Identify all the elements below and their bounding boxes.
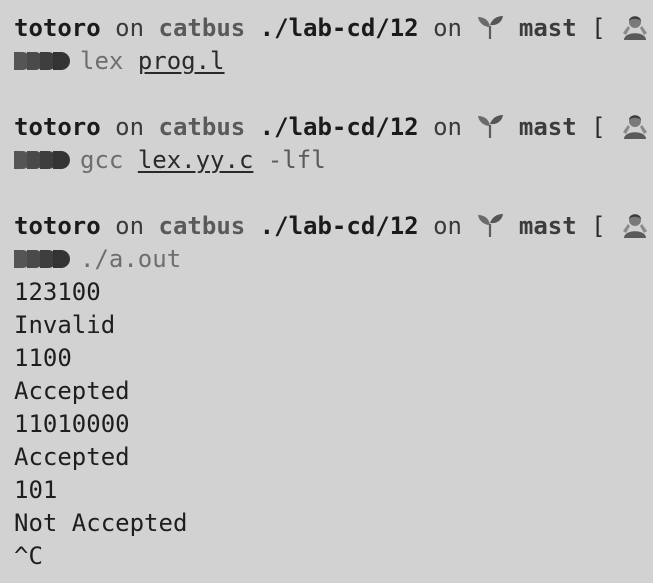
prompt-path: ./lab-cd/12 — [259, 212, 419, 240]
output-line: 101 — [14, 476, 58, 504]
sprout-icon — [478, 115, 504, 138]
command-name: ./a.out — [80, 245, 182, 273]
output-line: 11010000 — [14, 410, 130, 438]
output-line: 123100 — [14, 278, 101, 306]
output-line: Accepted — [14, 377, 130, 405]
person-gesturing-icon — [623, 214, 648, 238]
prompt-line: totoro on catbus ./lab-cd/12 on mast [ ] — [14, 12, 653, 45]
command-line[interactable]: ./a.out — [14, 243, 653, 276]
prompt-host: catbus — [158, 212, 246, 240]
prompt-path: ./lab-cd/12 — [259, 113, 419, 141]
prompt-user: totoro — [14, 14, 101, 42]
command-name: gcc — [80, 146, 124, 174]
output-line: Not Accepted — [14, 509, 188, 537]
prompt-on-branch: on — [433, 14, 462, 42]
prompt-branch: mast — [518, 14, 577, 42]
prompt-host: catbus — [158, 113, 246, 141]
sprout-icon — [478, 214, 504, 237]
arrows-prompt-icon — [14, 52, 70, 70]
prompt-branch: mast — [518, 212, 577, 240]
output-line: 1100 — [14, 344, 72, 372]
status-bracket-open: [ — [591, 14, 606, 42]
prompt-branch: mast — [518, 113, 577, 141]
output-line: ^C — [14, 542, 43, 570]
prompt-on: on — [115, 14, 145, 42]
terminal-window[interactable]: totoro on catbus ./lab-cd/12 on mast [ ]… — [0, 0, 653, 583]
prompt-user: totoro — [14, 212, 101, 240]
prompt-path: ./lab-cd/12 — [259, 14, 419, 42]
prompt-on-branch: on — [433, 113, 462, 141]
prompt-on: on — [115, 113, 145, 141]
arrows-prompt-icon — [14, 151, 70, 169]
person-gesturing-icon — [623, 16, 648, 40]
arrows-prompt-icon — [14, 250, 70, 268]
command-argument[interactable]: prog.l — [138, 47, 225, 75]
command-line[interactable]: gcc lex.yy.c -lfl — [14, 144, 653, 177]
output-line: Invalid — [14, 311, 116, 339]
command-line[interactable]: lex prog.l — [14, 45, 653, 78]
prompt-on-branch: on — [433, 212, 462, 240]
command-flag: -lfl — [267, 146, 326, 174]
sprout-icon — [478, 16, 504, 39]
command-name: lex — [80, 47, 124, 75]
status-bracket-open: [ — [591, 212, 606, 240]
prompt-on: on — [115, 212, 145, 240]
output-line: Accepted — [14, 443, 130, 471]
prompt-line: totoro on catbus ./lab-cd/12 on mast [ ] — [14, 210, 653, 243]
person-gesturing-icon — [623, 115, 648, 139]
command-argument[interactable]: lex.yy.c — [138, 146, 254, 174]
prompt-user: totoro — [14, 113, 101, 141]
prompt-host: catbus — [158, 14, 246, 42]
prompt-line: totoro on catbus ./lab-cd/12 on mast [ ] — [14, 111, 653, 144]
status-bracket-open: [ — [591, 113, 606, 141]
